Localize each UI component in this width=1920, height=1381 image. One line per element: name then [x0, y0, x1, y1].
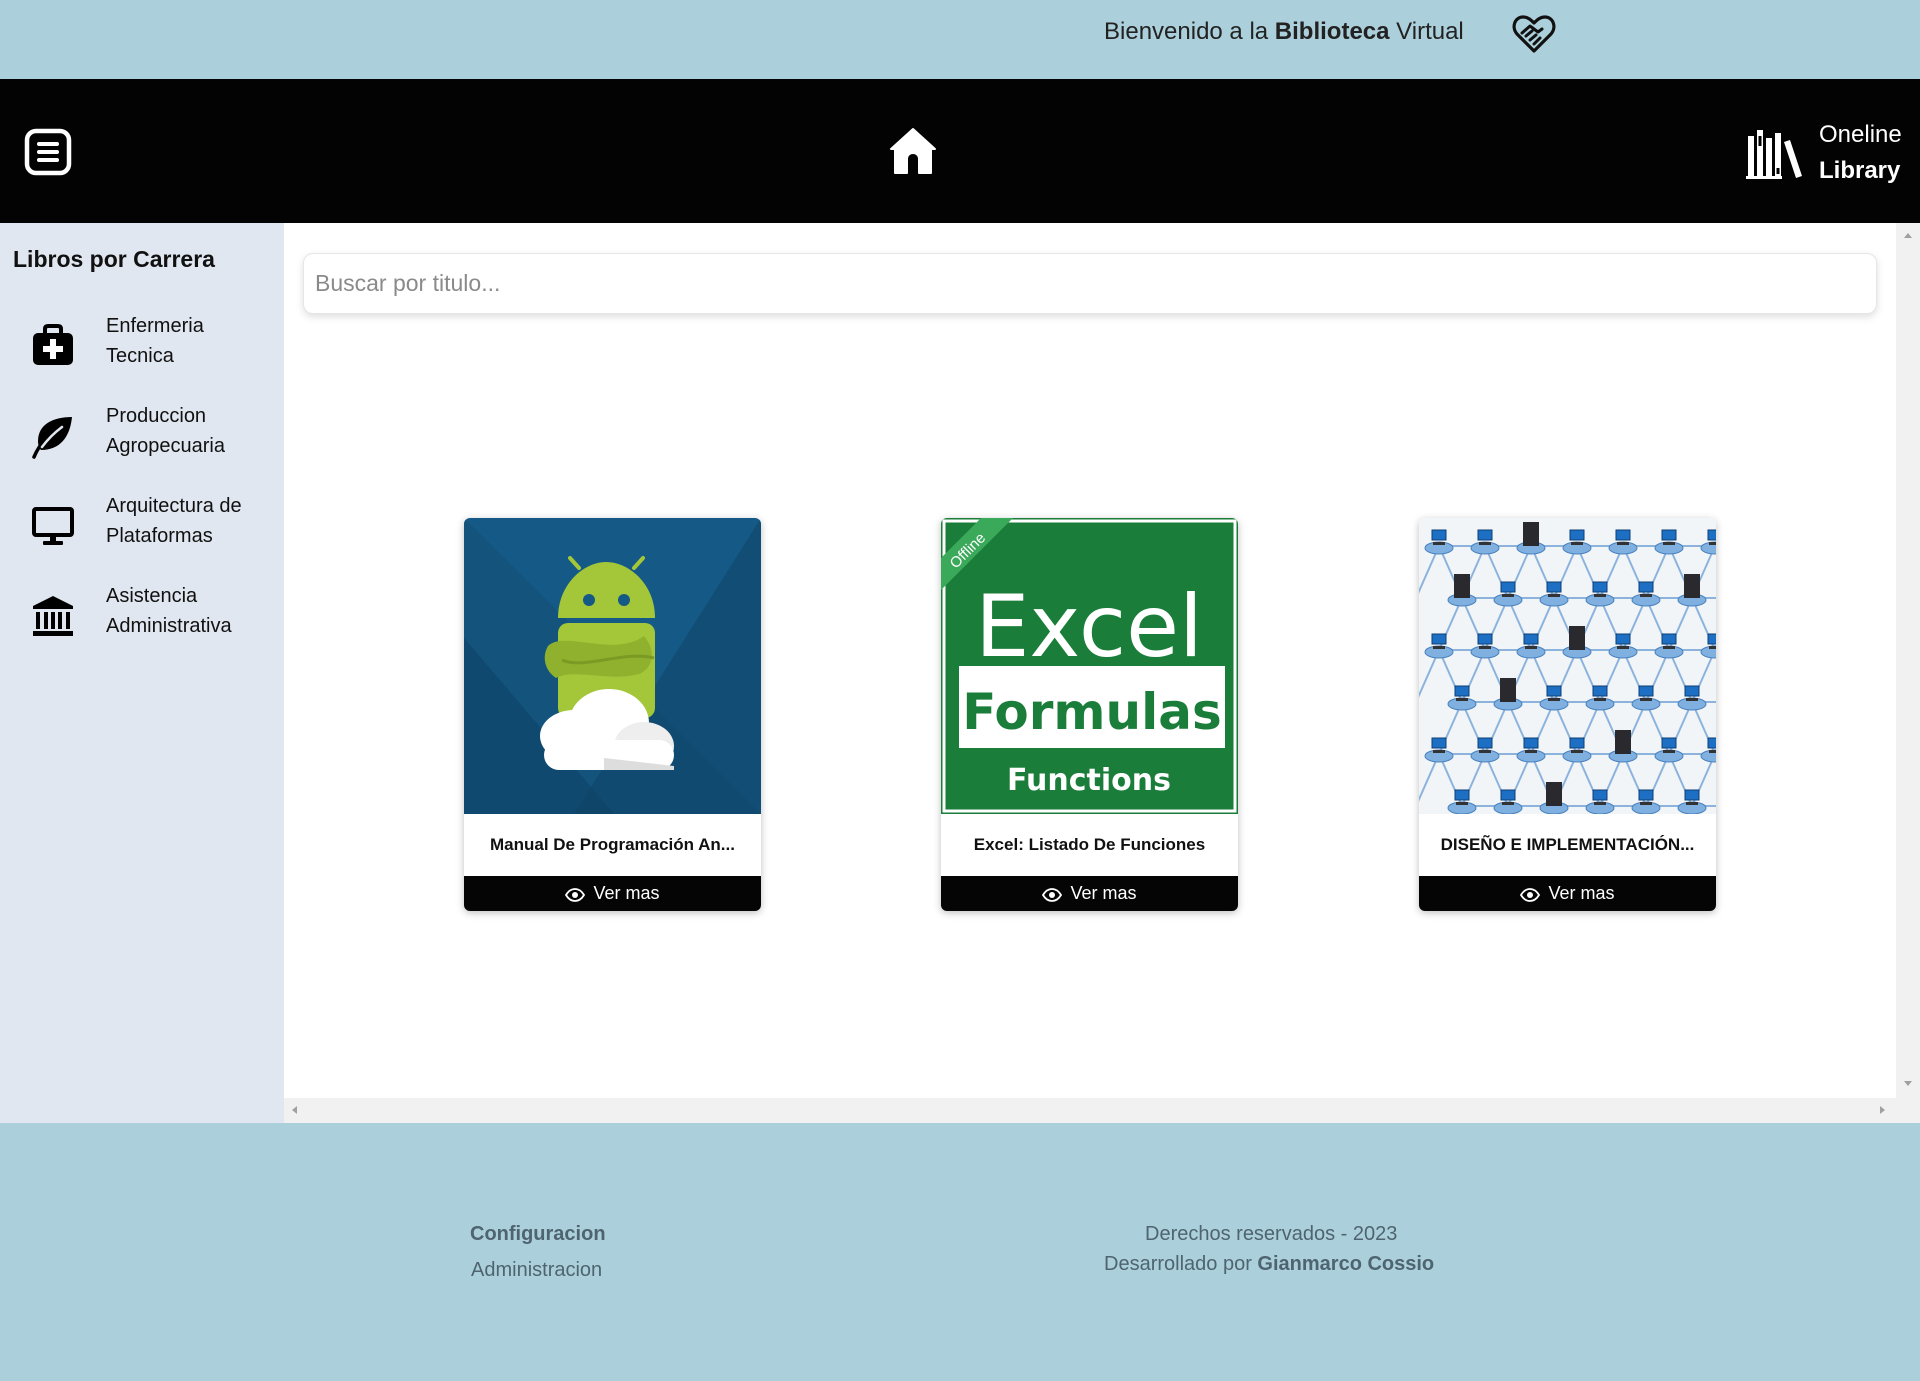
sidebar: Libros por Carrera Enfermeria Tecnica Pr… [0, 223, 284, 1123]
sidebar-item-enfermeria[interactable]: Enfermeria Tecnica [0, 311, 284, 391]
welcome-bold: Biblioteca [1274, 18, 1390, 45]
scroll-left-arrow[interactable] [292, 1106, 297, 1114]
book-card[interactable]: DISEÑO E IMPLEMENTACIÓN... Ver mas [1419, 518, 1716, 911]
sidebar-item-line1: Produccion [106, 405, 207, 427]
eye-icon [565, 888, 586, 902]
scroll-right-arrow[interactable] [1880, 1106, 1885, 1114]
network-cover-image [1419, 518, 1716, 814]
book-card[interactable]: Offline Excel Formulas Functions Excel: … [941, 518, 1238, 911]
excel-cover-image: Offline Excel Formulas Functions [941, 518, 1238, 814]
footer-developer: Desarrollado por Gianmarco Cossio [1104, 1253, 1434, 1276]
sidebar-item-line2: Plataformas [106, 525, 213, 547]
ver-mas-button[interactable]: Ver mas [941, 876, 1238, 911]
eye-icon [1042, 888, 1063, 902]
scroll-up-arrow[interactable] [1904, 233, 1912, 238]
books-icon[interactable] [1746, 128, 1804, 180]
sidebar-item-label: Arquitectura de Plataformas [106, 491, 276, 551]
cover-big-text: Excel [975, 577, 1203, 677]
ver-mas-label: Ver mas [1548, 883, 1615, 903]
sidebar-item-line1: Enfermeria [106, 315, 204, 337]
main-content: Manual De Programación An... Ver mas Off… [284, 223, 1920, 1123]
sidebar-item-asistencia[interactable]: Asistencia Administrativa [0, 581, 284, 661]
book-title: Manual De Programación An... [490, 835, 735, 854]
book-title: DISEÑO E IMPLEMENTACIÓN... [1440, 835, 1695, 854]
home-icon[interactable] [888, 126, 938, 176]
sidebar-item-line2: Administrativa [106, 615, 232, 637]
main-navbar: Oneline Library [0, 79, 1920, 223]
sidebar-item-line1: Asistencia [106, 585, 198, 607]
institution-icon [33, 596, 73, 636]
sidebar-item-label: Enfermeria Tecnica [106, 311, 276, 371]
cover-sub-text: Functions [1007, 763, 1171, 798]
android-cover-image [464, 518, 761, 814]
ver-mas-label: Ver mas [593, 883, 660, 903]
footer-dev-prefix: Desarrollado por [1104, 1253, 1252, 1275]
welcome-suffix: Virtual [1396, 18, 1464, 45]
heart-handshake-icon [1512, 15, 1556, 53]
vertical-scrollbar[interactable] [1896, 223, 1920, 1123]
welcome-text: Bienvenido a la Biblioteca Virtual [1104, 18, 1464, 46]
footer-admin-link[interactable]: Administracion [471, 1259, 602, 1282]
sidebar-item-label: Produccion Agropecuaria [106, 401, 276, 461]
ver-mas-label: Ver mas [1070, 883, 1137, 903]
monitor-icon [32, 507, 74, 545]
medical-kit-icon [33, 324, 73, 365]
search-input[interactable] [303, 253, 1877, 314]
ver-mas-button[interactable]: Ver mas [464, 876, 761, 911]
footer-dev-name: Gianmarco Cossio [1257, 1253, 1435, 1275]
book-card[interactable]: Manual De Programación An... Ver mas [464, 518, 761, 911]
sidebar-item-line2: Tecnica [106, 345, 174, 367]
sidebar-item-line2: Agropecuaria [106, 435, 225, 457]
book-title: Excel: Listado De Funciones [973, 835, 1206, 854]
leaf-icon [32, 417, 72, 459]
footer-config-heading: Configuracion [470, 1223, 606, 1245]
brand-line2: Library [1819, 157, 1901, 184]
ver-mas-button[interactable]: Ver mas [1419, 876, 1716, 911]
brand-line1: Oneline [1819, 121, 1902, 148]
sidebar-item-line1: Arquitectura de [106, 495, 242, 517]
sidebar-item-label: Asistencia Administrativa [106, 581, 276, 641]
brand-text[interactable]: Oneline Library [1819, 117, 1902, 189]
scroll-down-arrow[interactable] [1904, 1081, 1912, 1086]
eye-icon [1520, 888, 1541, 902]
sidebar-item-agropecuaria[interactable]: Produccion Agropecuaria [0, 401, 284, 481]
sidebar-title: Libros por Carrera [13, 246, 215, 272]
menu-list-icon[interactable] [24, 128, 72, 176]
footer: Configuracion Administracion Derechos re… [0, 1123, 1920, 1381]
footer-rights: Derechos reservados - 2023 [1145, 1223, 1398, 1245]
welcome-prefix: Bienvenido a la [1104, 18, 1269, 45]
cover-box-text: Formulas [962, 683, 1221, 741]
welcome-bar: Bienvenido a la Biblioteca Virtual [0, 0, 1920, 79]
sidebar-item-arquitectura[interactable]: Arquitectura de Plataformas [0, 491, 284, 571]
horizontal-scrollbar[interactable] [284, 1098, 1896, 1123]
